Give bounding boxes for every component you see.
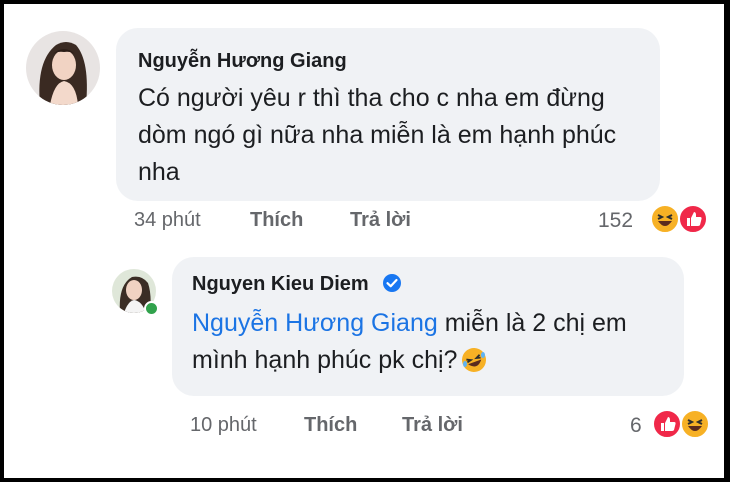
reply-reaction-count[interactable]: 6: [630, 414, 642, 438]
avatar-nguyen-huong-giang[interactable]: [26, 31, 100, 105]
comment-bubble: Nguyễn Hương Giang Có người yêu r thì th…: [116, 28, 660, 201]
reply-button[interactable]: Trả lời: [350, 209, 411, 232]
reaction-count[interactable]: 152: [598, 209, 633, 233]
reply-author[interactable]: Nguyen Kieu Diem: [192, 273, 402, 296]
like-button[interactable]: Thích: [250, 209, 303, 232]
reply-bubble: Nguyen Kieu Diem Nguyễn Hương Giang miễn…: [172, 257, 684, 396]
like-icon[interactable]: [678, 204, 708, 234]
reply-time[interactable]: 10 phút: [190, 414, 257, 437]
comment-author[interactable]: Nguyễn Hương Giang: [138, 50, 347, 73]
online-status-dot: [144, 301, 159, 316]
verified-badge-icon: [383, 274, 402, 292]
reply-text: Nguyễn Hương Giang miễn là 2 chị em mình…: [192, 305, 672, 379]
comment-text: Có người yêu r thì tha cho c nha em đừng…: [138, 84, 617, 186]
mention-link[interactable]: Nguyễn Hương Giang: [192, 309, 438, 337]
comment-thread: Nguyễn Hương Giang Có người yêu r thì th…: [4, 4, 724, 478]
comment-time[interactable]: 34 phút: [134, 209, 201, 232]
reply-like-button[interactable]: Thích: [304, 414, 357, 437]
reply-reply-button[interactable]: Trả lời: [402, 414, 463, 437]
laughing-face-emoji: [462, 348, 487, 372]
reply-author-name[interactable]: Nguyen Kieu Diem: [192, 273, 369, 295]
haha-icon[interactable]: [650, 204, 680, 234]
haha-icon[interactable]: [680, 409, 710, 439]
like-icon[interactable]: [652, 409, 682, 439]
